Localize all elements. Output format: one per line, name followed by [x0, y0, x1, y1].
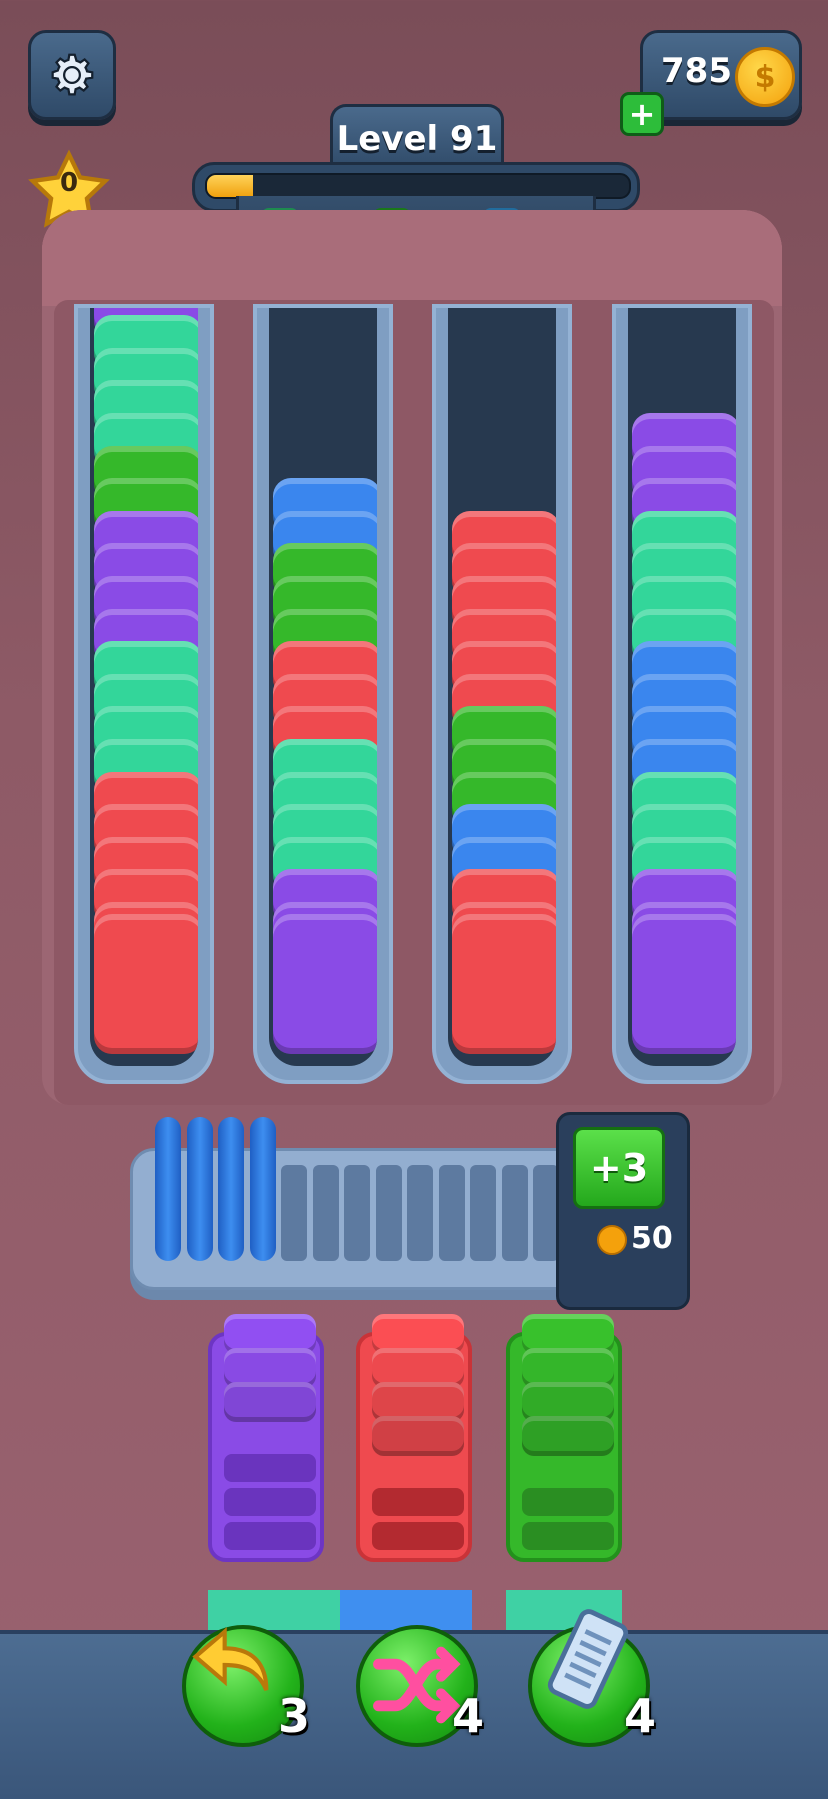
tube-card-icon	[547, 1609, 629, 1709]
level-title: Level 91	[330, 104, 504, 171]
tube[interactable]	[432, 304, 572, 1084]
holder-empty-slot	[372, 1522, 464, 1550]
tube-well	[628, 308, 736, 1066]
progress-fill	[207, 175, 254, 197]
color-holder-red[interactable]	[356, 1314, 472, 1562]
coin-amount: 785	[661, 51, 732, 91]
purple-disc	[224, 1382, 316, 1422]
shelf-slot	[344, 1165, 370, 1261]
blue-disc-on-shelf	[218, 1117, 244, 1261]
tube-well	[90, 308, 198, 1066]
coin-icon	[597, 1225, 627, 1255]
color-holder-purple[interactable]	[208, 1314, 324, 1562]
star-count: 0	[59, 168, 79, 198]
shelf-slot	[375, 1165, 402, 1261]
shelf-slot	[501, 1165, 528, 1261]
holder-empty-slot	[522, 1488, 614, 1516]
green-disc	[522, 1416, 614, 1456]
gear-icon	[51, 53, 94, 96]
settings-button[interactable]	[28, 30, 116, 120]
coin-counter: 785 $	[640, 30, 802, 120]
tube-well	[448, 308, 556, 1066]
holder-empty-slot	[224, 1454, 316, 1482]
undo-arrow-icon	[192, 1627, 269, 1691]
blue-disc-on-shelf	[249, 1117, 276, 1261]
shuffle-count: 4	[452, 1689, 485, 1743]
holder-empty-slot	[372, 1488, 464, 1516]
disc-shelf[interactable]	[130, 1117, 586, 1290]
extra-slots-panel: +3 50	[556, 1112, 690, 1310]
extra-tube-button[interactable]: 4	[528, 1609, 656, 1747]
color-holder-green[interactable]	[506, 1314, 622, 1562]
purple-disc	[632, 914, 736, 1054]
tube-well	[269, 308, 377, 1066]
purple-disc	[273, 914, 377, 1054]
undo-button[interactable]: 3	[182, 1625, 310, 1747]
extra-tube-count: 4	[624, 1689, 657, 1743]
board-rim	[42, 210, 782, 306]
holder-empty-slot	[522, 1522, 614, 1550]
shelf-slot	[281, 1165, 307, 1261]
tube[interactable]	[253, 304, 393, 1084]
holder-empty-slot	[224, 1522, 316, 1550]
tube[interactable]	[74, 304, 214, 1084]
shelf-slot	[438, 1165, 465, 1261]
shuffle-button[interactable]: 4	[356, 1625, 484, 1747]
blue-disc-on-shelf	[155, 1117, 181, 1261]
shelf-slot	[470, 1165, 496, 1261]
red-disc	[94, 914, 198, 1054]
red-disc	[372, 1416, 464, 1456]
undo-count: 3	[278, 1689, 311, 1743]
add-slots-cost: 50	[631, 1221, 673, 1256]
add-coins-button[interactable]: +	[620, 92, 664, 136]
blue-disc-on-shelf	[186, 1117, 213, 1261]
shuffle-icon	[373, 1646, 461, 1724]
tube[interactable]	[612, 304, 752, 1084]
coin-icon: $	[735, 47, 795, 107]
shelf-slot	[312, 1165, 339, 1261]
shelf-slot	[407, 1165, 433, 1261]
add-slots-button[interactable]: +3	[573, 1127, 665, 1209]
holder-empty-slot	[224, 1488, 316, 1516]
red-disc	[452, 914, 556, 1054]
